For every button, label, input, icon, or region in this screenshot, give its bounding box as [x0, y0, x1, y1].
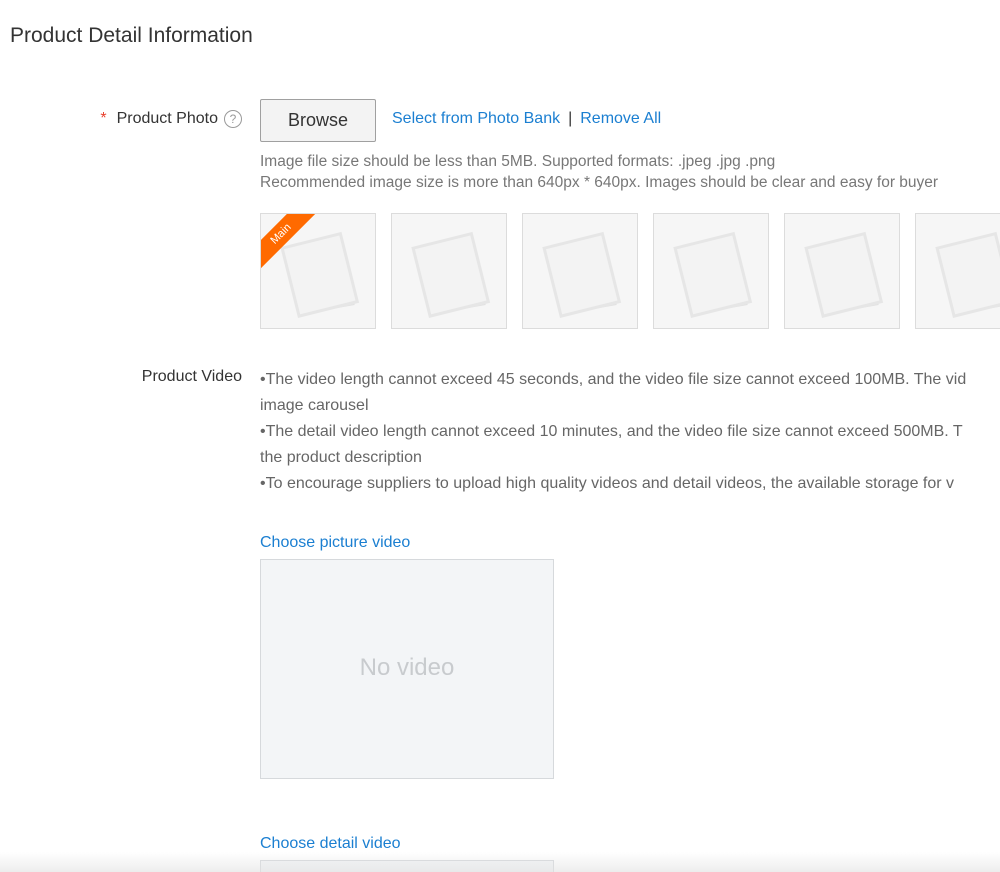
link-separator: |	[568, 110, 573, 127]
help-icon[interactable]: ?	[224, 110, 242, 128]
select-from-photo-bank-link[interactable]: Select from Photo Bank	[392, 110, 560, 127]
section-title: Product Detail Information	[10, 24, 253, 47]
product-photo-label: Product Photo	[116, 110, 218, 127]
video-note-line: the product description	[260, 449, 422, 466]
image-placeholder-icon	[935, 231, 1000, 318]
photo-slot-main[interactable]: Main	[260, 213, 376, 329]
image-placeholder-icon	[542, 231, 622, 318]
image-placeholder-icon	[804, 231, 884, 318]
photo-links: Select from Photo Bank | Remove All	[392, 110, 661, 128]
video-notes: •The video length cannot exceed 45 secon…	[260, 367, 966, 497]
browse-button[interactable]: Browse	[260, 99, 376, 142]
product-photo-label-row: * Product Photo ?	[100, 110, 242, 128]
product-detail-page: Product Detail Information * Product Pho…	[0, 0, 1000, 872]
no-video-text: No video	[359, 654, 455, 681]
choose-picture-video-link[interactable]: Choose picture video	[260, 534, 410, 552]
video-note-line: •The video length cannot exceed 45 secon…	[260, 371, 967, 388]
image-placeholder-icon	[411, 231, 491, 318]
photo-slot[interactable]	[653, 213, 769, 329]
photo-hint: Image file size should be less than 5MB.…	[260, 151, 938, 193]
video-note-line: •The detail video length cannot exceed 1…	[260, 423, 963, 440]
picture-video-preview[interactable]: No video	[260, 559, 554, 779]
choose-detail-video-link[interactable]: Choose detail video	[260, 835, 401, 853]
video-note-line: •To encourage suppliers to upload high q…	[260, 475, 955, 492]
remove-all-link[interactable]: Remove All	[580, 110, 661, 127]
required-mark: *	[100, 110, 107, 127]
photo-hint-line-1: Image file size should be less than 5MB.…	[260, 153, 776, 170]
photo-slot[interactable]	[522, 213, 638, 329]
photo-slot[interactable]	[915, 213, 1000, 329]
photo-slot[interactable]	[391, 213, 507, 329]
image-placeholder-icon	[673, 231, 753, 318]
detail-video-preview[interactable]	[260, 860, 554, 872]
photo-slot[interactable]	[784, 213, 900, 329]
product-video-label: Product Video	[141, 368, 242, 385]
video-note-line: image carousel	[260, 397, 369, 414]
photo-hint-line-2: Recommended image size is more than 640p…	[260, 174, 939, 191]
